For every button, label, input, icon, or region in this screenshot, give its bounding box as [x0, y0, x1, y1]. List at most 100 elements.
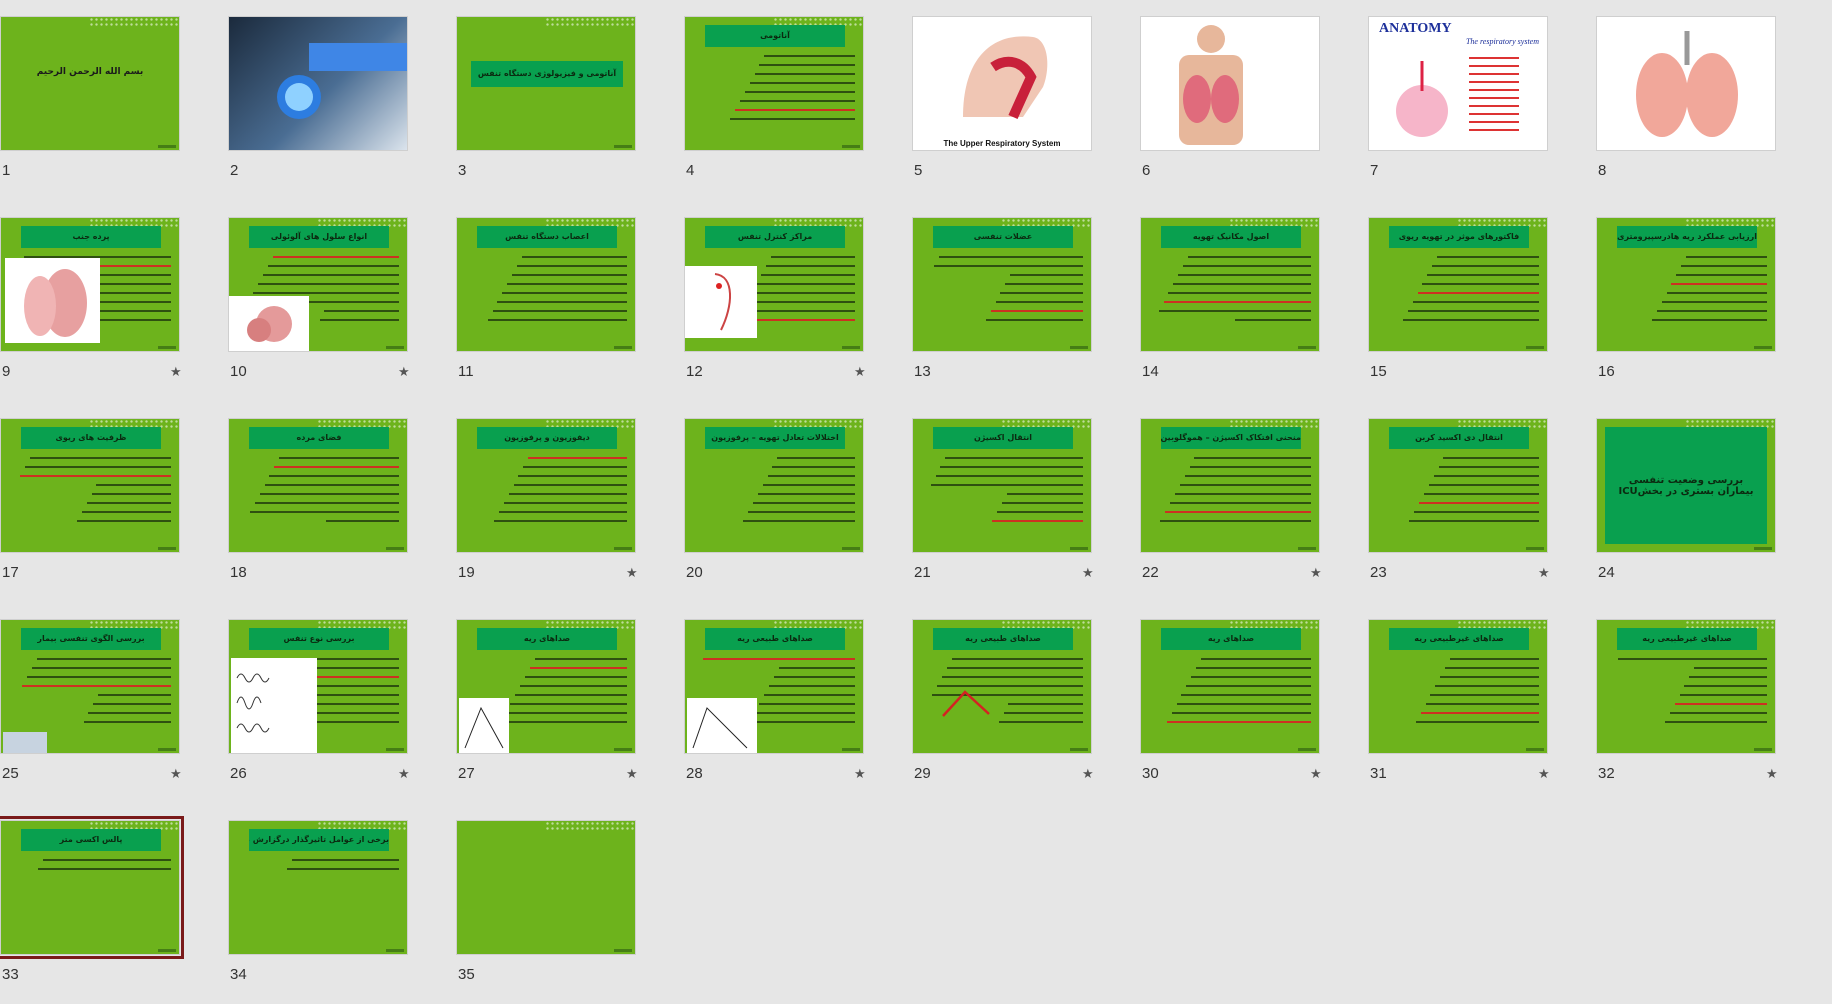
- hand-globe-image: [229, 17, 407, 150]
- slide-cell[interactable]: منحنی افتکاک اکسیژن – هموگلوبین 22 ★: [1140, 402, 1322, 602]
- slide-thumbnail[interactable]: صداهای ریه: [1140, 619, 1320, 754]
- slide-number: 7: [1370, 162, 1379, 179]
- slide-thumbnail[interactable]: [456, 820, 636, 955]
- slide-cell[interactable]: فضای مرده 18: [228, 402, 410, 602]
- transition-star-icon[interactable]: ★: [170, 365, 182, 380]
- slide-cell[interactable]: اعصاب دستگاه تنفس 11: [456, 201, 638, 401]
- slide-number: 16: [1598, 363, 1615, 380]
- slide-thumbnail[interactable]: انواع سلول های آلوئولی: [228, 217, 408, 352]
- transition-star-icon[interactable]: ★: [1538, 566, 1550, 581]
- slide-cell[interactable]: عضلات تنفسی 13: [912, 201, 1094, 401]
- slide-cell[interactable]: بررسی الگوی تنفسی بیمار 25 ★: [0, 603, 182, 803]
- text-line: [26, 676, 171, 678]
- transition-star-icon[interactable]: ★: [1766, 767, 1778, 782]
- text-line: [990, 310, 1083, 312]
- text-line: [1420, 712, 1539, 714]
- slide-thumbnail[interactable]: منحنی افتکاک اکسیژن – هموگلوبین: [1140, 418, 1320, 553]
- slide-cell[interactable]: انواع سلول های آلوئولی 10 ★: [228, 201, 410, 401]
- slide-thumbnail[interactable]: The Upper Respiratory System: [912, 16, 1092, 151]
- slide-cell[interactable]: مراکز کنترل تنفس 12 ★: [684, 201, 866, 401]
- slide-number: 12: [686, 363, 703, 380]
- text-line: [1694, 667, 1767, 669]
- slide-cell[interactable]: صداهای طبیعی ریه 28 ★: [684, 603, 866, 803]
- transition-star-icon[interactable]: ★: [854, 365, 866, 380]
- transition-star-icon[interactable]: ★: [854, 767, 866, 782]
- transition-star-icon[interactable]: ★: [1082, 566, 1094, 581]
- slide-cell[interactable]: بسم الله الرحمن الرحیم 1: [0, 0, 182, 200]
- transition-star-icon[interactable]: ★: [398, 767, 410, 782]
- slide-cell[interactable]: The Upper Respiratory System 5: [912, 0, 1094, 200]
- slide-cell[interactable]: 6: [1140, 0, 1322, 200]
- transition-star-icon[interactable]: ★: [1082, 767, 1094, 782]
- slide-cell[interactable]: صداهای غیرطبیعی ریه 31 ★: [1368, 603, 1550, 803]
- slide-thumbnail[interactable]: آناتومی و فیزیولوژی دستگاه تنفس: [456, 16, 636, 151]
- transition-star-icon[interactable]: ★: [170, 767, 182, 782]
- transition-star-icon[interactable]: ★: [626, 767, 638, 782]
- slide-cell[interactable]: انتقال دی اکسید کربن 23 ★: [1368, 402, 1550, 602]
- transition-star-icon[interactable]: ★: [398, 365, 410, 380]
- slide-thumbnail[interactable]: ظرفیت های ریوی: [0, 418, 180, 553]
- slide-cell[interactable]: پالس اکسی متر 33: [0, 804, 184, 1004]
- slide-thumbnail[interactable]: مراکز کنترل تنفس: [684, 217, 864, 352]
- slide-thumbnail[interactable]: اعصاب دستگاه تنفس: [456, 217, 636, 352]
- text-line: [759, 64, 855, 66]
- slide-cell[interactable]: صداهای طبیعی ریه 29 ★: [912, 603, 1094, 803]
- slide-cell[interactable]: 2: [228, 0, 410, 200]
- slide-cell[interactable]: 8: [1596, 0, 1778, 200]
- slide-cell[interactable]: فاکتورهای موثر در تهویه ریوی 15: [1368, 201, 1550, 401]
- slide-cell[interactable]: بررسی وضعیت تنفسی بیماران بستری در بخشIC…: [1596, 402, 1778, 602]
- slide-cell[interactable]: 35: [456, 804, 638, 1004]
- slide-cell[interactable]: اصول مکانیک تهویه 14: [1140, 201, 1322, 401]
- slide-cell[interactable]: ظرفیت های ریوی 17: [0, 402, 182, 602]
- slide-thumbnail[interactable]: فاکتورهای موثر در تهویه ریوی: [1368, 217, 1548, 352]
- slide-cell[interactable]: بررسی نوع تنفس 26 ★: [228, 603, 410, 803]
- slide-thumbnail[interactable]: دیفوزیون و پرفوزیون: [456, 418, 636, 553]
- slide-thumbnail[interactable]: بررسی الگوی تنفسی بیمار: [0, 619, 180, 754]
- slide-thumbnail[interactable]: فضای مرده: [228, 418, 408, 553]
- slide-thumbnail[interactable]: پرده جنب: [0, 217, 180, 352]
- slide-thumbnail[interactable]: پالس اکسی متر: [0, 816, 184, 959]
- slide-title-bar: پالس اکسی متر: [21, 829, 161, 851]
- transition-star-icon[interactable]: ★: [1310, 767, 1322, 782]
- slide-thumbnail[interactable]: اختلالات تعادل تهویه – پرفوزیون: [684, 418, 864, 553]
- slide-cell[interactable]: اختلالات تعادل تهویه – پرفوزیون 20: [684, 402, 866, 602]
- slide-thumbnail[interactable]: صداهای غیرطبیعی ریه: [1596, 619, 1776, 754]
- slide-cell[interactable]: پرده جنب 9 ★: [0, 201, 182, 401]
- slide-thumbnail[interactable]: [228, 16, 408, 151]
- slide-thumbnail[interactable]: بررسی نوع تنفس: [228, 619, 408, 754]
- slide-thumbnail[interactable]: صداهای ریه: [456, 619, 636, 754]
- text-line: [739, 100, 855, 102]
- slide-thumbnail[interactable]: صداهای طبیعی ریه: [912, 619, 1092, 754]
- slide-thumbnail[interactable]: [1596, 16, 1776, 151]
- slide-cell[interactable]: ANATOMY The respiratory system 7: [1368, 0, 1550, 200]
- slide-cell[interactable]: انتقال اکسیژن 21 ★: [912, 402, 1094, 602]
- slide-cell[interactable]: صداهای ریه 27 ★: [456, 603, 638, 803]
- slide-thumbnail[interactable]: بسم الله الرحمن الرحیم: [0, 16, 180, 151]
- slide-cell[interactable]: آناتومی و فیزیولوژی دستگاه تنفس 3: [456, 0, 638, 200]
- slide-thumbnail[interactable]: انتقال دی اکسید کربن: [1368, 418, 1548, 553]
- slide-thumbnail[interactable]: صداهای غیرطبیعی ریه: [1368, 619, 1548, 754]
- text-line: [528, 457, 627, 459]
- slide-thumbnail[interactable]: صداهای طبیعی ریه: [684, 619, 864, 754]
- slide-thumbnail[interactable]: انتقال اکسیژن: [912, 418, 1092, 553]
- transition-star-icon[interactable]: ★: [626, 566, 638, 581]
- transition-star-icon[interactable]: ★: [1538, 767, 1550, 782]
- slide-thumbnail[interactable]: اصول مکانیک تهویه: [1140, 217, 1320, 352]
- slide-cell[interactable]: برخی از عوامل تاثیرگذار درگزارش غلط SpO2…: [228, 804, 410, 1004]
- slide-cell[interactable]: ارزیابی عملکرد ریه هادرسپیرومتری) 16: [1596, 201, 1778, 401]
- transition-star-icon[interactable]: ★: [1310, 566, 1322, 581]
- text-line: [1006, 493, 1083, 495]
- slide-thumbnail[interactable]: آناتومی: [684, 16, 864, 151]
- slide-cell[interactable]: دیفوزیون و پرفوزیون 19 ★: [456, 402, 638, 602]
- slide-thumbnail[interactable]: ارزیابی عملکرد ریه هادرسپیرومتری): [1596, 217, 1776, 352]
- slide-cell[interactable]: صداهای ریه 30 ★: [1140, 603, 1322, 803]
- slide-thumbnail[interactable]: عضلات تنفسی: [912, 217, 1092, 352]
- slide-cell[interactable]: آناتومی 4: [684, 0, 866, 200]
- slide-thumbnail[interactable]: ANATOMY The respiratory system: [1368, 16, 1548, 151]
- slide-body-text: [1377, 256, 1539, 345]
- label-line: [1469, 121, 1519, 123]
- slide-thumbnail[interactable]: بررسی وضعیت تنفسی بیماران بستری در بخشIC…: [1596, 418, 1776, 553]
- slide-thumbnail[interactable]: برخی از عوامل تاثیرگذار درگزارش غلط SpO2: [228, 820, 408, 955]
- slide-thumbnail[interactable]: [1140, 16, 1320, 151]
- slide-cell[interactable]: صداهای غیرطبیعی ریه 32 ★: [1596, 603, 1778, 803]
